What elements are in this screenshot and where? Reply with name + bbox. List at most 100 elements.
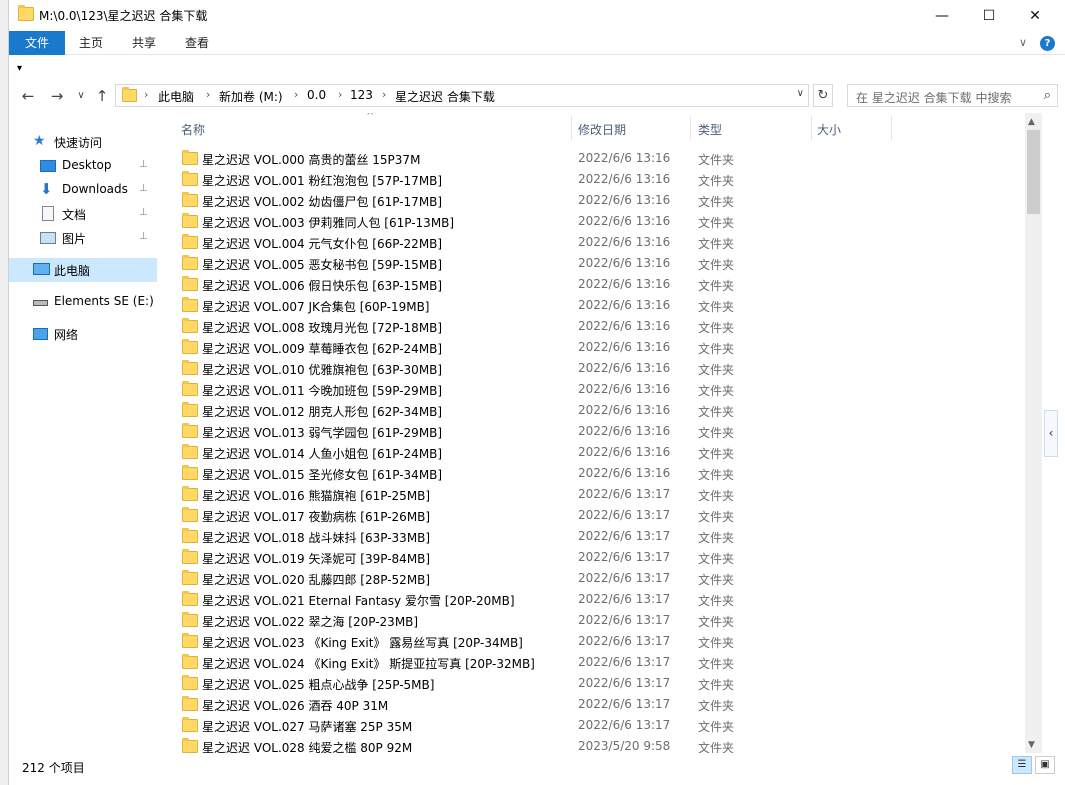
- nav-item-documents[interactable]: 文档 ⊥: [9, 202, 157, 226]
- pin-icon[interactable]: ⊥: [139, 207, 148, 218]
- breadcrumb-this-pc[interactable]: 此电脑: [158, 88, 194, 105]
- tab-share[interactable]: 共享: [121, 31, 167, 55]
- refresh-button[interactable]: ↻: [813, 84, 833, 107]
- file-name[interactable]: 星之迟迟 VOL.020 乱藤四郎 [28P-52MB]: [202, 571, 430, 588]
- file-name[interactable]: 星之迟迟 VOL.016 熊猫旗袍 [61P-25MB]: [202, 487, 430, 504]
- file-name[interactable]: 星之迟迟 VOL.013 弱气学园包 [61P-29MB]: [202, 424, 442, 441]
- file-name[interactable]: 星之迟迟 VOL.003 伊莉雅同人包 [61P-13MB]: [202, 214, 454, 231]
- file-row[interactable]: 星之迟迟 VOL.010 优雅旗袍包 [63P-30MB] 2022/6/6 13…: [166, 358, 1025, 379]
- file-row[interactable]: 星之迟迟 VOL.022 翠之海 [20P-23MB] 2022/6/6 13:1…: [166, 610, 1025, 631]
- maximize-button[interactable]: ☐: [966, 0, 1012, 31]
- up-button[interactable]: ↑: [92, 86, 112, 106]
- file-row[interactable]: 星之迟迟 VOL.028 纯爱之槛 80P 92M 2023/5/20 9:58 文…: [166, 736, 1025, 753]
- title-bar[interactable]: M:\0.0\123\星之迟迟 合集下载 — ☐ ✕: [9, 0, 1065, 31]
- column-header-date[interactable]: 修改日期: [578, 121, 626, 138]
- nav-item-pictures[interactable]: 图片 ⊥: [9, 226, 157, 250]
- file-name[interactable]: 星之迟迟 VOL.027 马萨诸塞 25P 35M: [202, 718, 412, 735]
- breadcrumb-separator[interactable]: ›: [294, 88, 298, 101]
- file-name[interactable]: 星之迟迟 VOL.008 玫瑰月光包 [72P-18MB]: [202, 319, 442, 336]
- file-name[interactable]: 星之迟迟 VOL.025 粗点心战争 [25P-5MB]: [202, 676, 434, 693]
- tab-view[interactable]: 查看: [174, 31, 220, 55]
- file-name[interactable]: 星之迟迟 VOL.007 JK合集包 [60P-19MB]: [202, 298, 430, 315]
- file-row[interactable]: 星之迟迟 VOL.015 圣光修女包 [61P-34MB] 2022/6/6 13…: [166, 463, 1025, 484]
- file-row[interactable]: 星之迟迟 VOL.000 高贵的蕾丝 15P37M 2022/6/6 13:16 文…: [166, 148, 1025, 169]
- help-icon[interactable]: ?: [1040, 36, 1055, 51]
- file-name[interactable]: 星之迟迟 VOL.009 草莓睡衣包 [62P-24MB]: [202, 340, 442, 357]
- breadcrumb-separator[interactable]: ›: [144, 88, 148, 101]
- file-row[interactable]: 星之迟迟 VOL.008 玫瑰月光包 [72P-18MB] 2022/6/6 13…: [166, 316, 1025, 337]
- file-name[interactable]: 星之迟迟 VOL.012 朋克人形包 [62P-34MB]: [202, 403, 442, 420]
- file-name[interactable]: 星之迟迟 VOL.010 优雅旗袍包 [63P-30MB]: [202, 361, 442, 378]
- file-row[interactable]: 星之迟迟 VOL.013 弱气学园包 [61P-29MB] 2022/6/6 13…: [166, 421, 1025, 442]
- scroll-up-icon[interactable]: ▲: [1028, 117, 1035, 127]
- file-name[interactable]: 星之迟迟 VOL.005 恶女秘书包 [59P-15MB]: [202, 256, 442, 273]
- file-row[interactable]: 星之迟迟 VOL.017 夜勤病栋 [61P-26MB] 2022/6/6 13:…: [166, 505, 1025, 526]
- file-name[interactable]: 星之迟迟 VOL.014 人鱼小姐包 [61P-24MB]: [202, 445, 442, 462]
- file-name[interactable]: 星之迟迟 VOL.018 战斗妹抖 [63P-33MB]: [202, 529, 430, 546]
- file-row[interactable]: 星之迟迟 VOL.019 矢泽妮可 [39P-84MB] 2022/6/6 13:…: [166, 547, 1025, 568]
- breadcrumb-current-folder[interactable]: 星之迟迟 合集下载: [395, 88, 495, 105]
- file-name[interactable]: 星之迟迟 VOL.001 粉红泡泡包 [57P-17MB]: [202, 172, 442, 189]
- file-row[interactable]: 星之迟迟 VOL.021 Eternal Fantasy 爱尔雪 [20P-20…: [166, 589, 1025, 610]
- file-name[interactable]: 星之迟迟 VOL.006 假日快乐包 [63P-15MB]: [202, 277, 442, 294]
- breadcrumb-separator[interactable]: ›: [338, 88, 342, 101]
- minimize-button[interactable]: —: [919, 0, 965, 31]
- file-row[interactable]: 星之迟迟 VOL.018 战斗妹抖 [63P-33MB] 2022/6/6 13:…: [166, 526, 1025, 547]
- column-header-size[interactable]: 大小: [817, 121, 841, 138]
- nav-item-elements-se[interactable]: Elements SE (E:): [9, 290, 157, 314]
- file-row[interactable]: 星之迟迟 VOL.020 乱藤四郎 [28P-52MB] 2022/6/6 13:…: [166, 568, 1025, 589]
- nav-item-desktop[interactable]: Desktop ⊥: [9, 154, 157, 178]
- nav-item-downloads[interactable]: ⬇ Downloads ⊥: [9, 178, 157, 202]
- file-row[interactable]: 星之迟迟 VOL.002 幼齿僵尸包 [61P-17MB] 2022/6/6 13…: [166, 190, 1025, 211]
- file-row[interactable]: 星之迟迟 VOL.014 人鱼小姐包 [61P-24MB] 2022/6/6 13…: [166, 442, 1025, 463]
- file-row[interactable]: 星之迟迟 VOL.005 恶女秘书包 [59P-15MB] 2022/6/6 13…: [166, 253, 1025, 274]
- forward-button[interactable]: →: [47, 86, 67, 106]
- search-input[interactable]: 在 星之迟迟 合集下载 中搜索 ⌕: [847, 84, 1058, 107]
- file-row[interactable]: 星之迟迟 VOL.011 今晚加班包 [59P-29MB] 2022/6/6 13…: [166, 379, 1025, 400]
- back-button[interactable]: ←: [18, 86, 38, 106]
- close-button[interactable]: ✕: [1012, 0, 1058, 31]
- breadcrumb-folder-123[interactable]: 123: [350, 88, 373, 102]
- file-name[interactable]: 星之迟迟 VOL.017 夜勤病栋 [61P-26MB]: [202, 508, 430, 525]
- nav-item-network[interactable]: 网络: [9, 322, 157, 346]
- tab-file[interactable]: 文件: [9, 31, 65, 55]
- pin-icon[interactable]: ⊥: [139, 159, 148, 170]
- search-icon[interactable]: ⌕: [1044, 88, 1051, 103]
- column-divider[interactable]: [690, 116, 691, 140]
- column-divider[interactable]: [891, 116, 892, 140]
- file-row[interactable]: 星之迟迟 VOL.007 JK合集包 [60P-19MB] 2022/6/6 13…: [166, 295, 1025, 316]
- file-row[interactable]: 星之迟迟 VOL.012 朋克人形包 [62P-34MB] 2022/6/6 13…: [166, 400, 1025, 421]
- breadcrumb-folder-0-0[interactable]: 0.0: [307, 88, 326, 102]
- expand-ribbon-icon[interactable]: ∨: [1019, 36, 1027, 49]
- file-row[interactable]: 星之迟迟 VOL.009 草莓睡衣包 [62P-24MB] 2022/6/6 13…: [166, 337, 1025, 358]
- column-divider[interactable]: [811, 116, 812, 140]
- file-row[interactable]: 星之迟迟 VOL.024 《King Exit》 斯提亚拉写真 [20P-32M…: [166, 652, 1025, 673]
- file-list[interactable]: ^ 名称 修改日期 类型 大小 星之迟迟 VOL.000 高贵的蕾丝 15P37…: [166, 113, 1025, 753]
- file-row[interactable]: 星之迟迟 VOL.006 假日快乐包 [63P-15MB] 2022/6/6 13…: [166, 274, 1025, 295]
- breadcrumb-drive-m[interactable]: 新加卷 (M:): [219, 88, 283, 105]
- file-name[interactable]: 星之迟迟 VOL.026 酒吞 40P 31M: [202, 697, 388, 714]
- file-name[interactable]: 星之迟迟 VOL.015 圣光修女包 [61P-34MB]: [202, 466, 442, 483]
- address-bar[interactable]: › 此电脑 › 新加卷 (M:) › 0.0 › 123 › 星之迟迟 合集下载…: [115, 84, 809, 107]
- breadcrumb-separator[interactable]: ›: [206, 88, 210, 101]
- large-icons-view-button[interactable]: ▣: [1035, 756, 1055, 774]
- tab-home[interactable]: 主页: [68, 31, 114, 55]
- file-row[interactable]: 星之迟迟 VOL.016 熊猫旗袍 [61P-25MB] 2022/6/6 13:…: [166, 484, 1025, 505]
- file-name[interactable]: 星之迟迟 VOL.023 《King Exit》 露易丝写真 [20P-34MB…: [202, 634, 523, 651]
- file-name[interactable]: 星之迟迟 VOL.000 高贵的蕾丝 15P37M: [202, 151, 420, 168]
- file-name[interactable]: 星之迟迟 VOL.011 今晚加班包 [59P-29MB]: [202, 382, 442, 399]
- file-row[interactable]: 星之迟迟 VOL.003 伊莉雅同人包 [61P-13MB] 2022/6/6 1…: [166, 211, 1025, 232]
- file-name[interactable]: 星之迟迟 VOL.004 元气女仆包 [66P-22MB]: [202, 235, 442, 252]
- file-row[interactable]: 星之迟迟 VOL.027 马萨诸塞 25P 35M 2022/6/6 13:17 文…: [166, 715, 1025, 736]
- customize-toolbar-icon[interactable]: ▾: [17, 63, 22, 74]
- breadcrumb-separator[interactable]: ›: [382, 88, 386, 101]
- file-row[interactable]: 星之迟迟 VOL.025 粗点心战争 [25P-5MB] 2022/6/6 13:…: [166, 673, 1025, 694]
- pin-icon[interactable]: ⊥: [139, 231, 148, 242]
- address-dropdown-icon[interactable]: ∨: [797, 88, 804, 99]
- recent-locations-button[interactable]: ∨: [71, 86, 91, 106]
- file-name[interactable]: 星之迟迟 VOL.022 翠之海 [20P-23MB]: [202, 613, 418, 630]
- file-name[interactable]: 星之迟迟 VOL.028 纯爱之槛 80P 92M: [202, 739, 412, 753]
- file-name[interactable]: 星之迟迟 VOL.021 Eternal Fantasy 爱尔雪 [20P-20…: [202, 592, 515, 609]
- nav-item-quick-access[interactable]: ★ 快速访问: [9, 130, 157, 154]
- file-row[interactable]: 星之迟迟 VOL.001 粉红泡泡包 [57P-17MB] 2022/6/6 13…: [166, 169, 1025, 190]
